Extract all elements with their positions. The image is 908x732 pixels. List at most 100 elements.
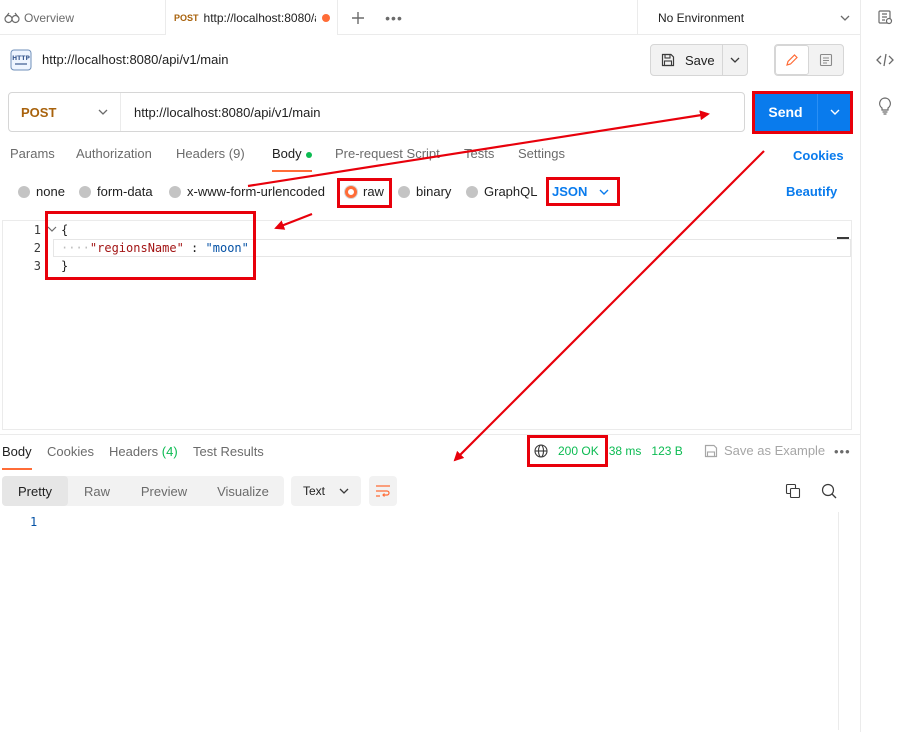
wrap-lines-icon xyxy=(376,485,390,497)
tab-bar: Overview POST http://localhost:8080/api/… xyxy=(0,0,860,35)
chevron-down-icon xyxy=(730,57,740,63)
search-icon[interactable] xyxy=(821,483,837,499)
editor-scroll-marker xyxy=(837,237,849,239)
tab-authorization[interactable]: Authorization xyxy=(76,146,152,172)
save-label: Save xyxy=(685,52,715,68)
response-more-button[interactable]: ••• xyxy=(834,444,851,459)
documentation-mode-button[interactable] xyxy=(809,45,843,75)
resp-tab-headers[interactable]: Headers (4) xyxy=(109,444,178,470)
resp-tab-headers-label: Headers xyxy=(109,444,159,459)
resp-headers-count: (4) xyxy=(161,444,178,459)
unsaved-dot-icon xyxy=(321,13,330,22)
radio-circle xyxy=(466,185,478,198)
plus-icon xyxy=(352,11,364,24)
annotation-box-raw xyxy=(337,178,392,208)
response-scrollbar[interactable] xyxy=(838,512,852,730)
save-icon xyxy=(704,444,718,457)
tab-more-button[interactable]: ••• xyxy=(384,0,404,35)
save-options-button[interactable] xyxy=(723,45,747,75)
body-type-graphql-label: GraphQL xyxy=(484,184,538,199)
save-as-example-button[interactable]: Save as Example xyxy=(704,443,825,458)
environment-select[interactable]: No Environment xyxy=(637,0,860,35)
tab-prerequest-script[interactable]: Pre-request Script xyxy=(335,146,440,172)
annotation-box-json xyxy=(546,177,620,206)
resp-tab-body[interactable]: Body xyxy=(2,444,32,470)
save-button-group: Save xyxy=(650,44,748,76)
annotation-box-body xyxy=(45,211,256,280)
cookies-link[interactable]: Cookies xyxy=(793,148,844,163)
new-tab-button[interactable] xyxy=(348,0,368,35)
right-sidebar xyxy=(860,0,908,732)
tab-authorization-label: Authorization xyxy=(76,146,152,161)
tab-settings-label: Settings xyxy=(518,146,565,161)
beautify-link[interactable]: Beautify xyxy=(786,184,837,199)
tab-tests[interactable]: Tests xyxy=(464,146,494,172)
view-preview[interactable]: Preview xyxy=(126,476,202,506)
line-number: 1 xyxy=(33,223,41,237)
request-name[interactable]: http://localhost:8080/api/v1/main xyxy=(42,52,228,67)
body-type-binary-label: binary xyxy=(416,184,452,199)
view-visualize[interactable]: Visualize xyxy=(202,476,284,506)
view-preview-label: Preview xyxy=(140,483,188,499)
response-time[interactable]: 38 ms xyxy=(609,444,642,458)
response-line-number: 1 xyxy=(30,515,38,529)
body-type-graphql[interactable]: GraphQL xyxy=(466,184,537,199)
response-divider[interactable] xyxy=(0,434,860,435)
method-select[interactable]: POST xyxy=(9,93,121,131)
body-indicator-dot xyxy=(305,151,312,158)
view-pretty-label: Pretty xyxy=(18,483,52,499)
view-raw-label: Raw xyxy=(83,483,110,499)
response-view-tabs: Pretty Raw Preview Visualize xyxy=(2,476,284,506)
lightbulb-icon xyxy=(879,97,891,115)
environment-quick-look-button[interactable] xyxy=(875,7,895,27)
tab-params[interactable]: Params xyxy=(10,146,55,172)
tab-overview[interactable]: Overview xyxy=(0,0,166,35)
resp-tab-test-results-label: Test Results xyxy=(193,444,264,459)
body-type-urlencoded[interactable]: x-www-form-urlencoded xyxy=(169,184,325,199)
resp-tab-cookies[interactable]: Cookies xyxy=(47,444,94,470)
tab-body[interactable]: Body xyxy=(272,146,312,172)
resp-tab-body-label: Body xyxy=(2,444,32,459)
http-icon: HTTP xyxy=(10,49,32,71)
url-input[interactable] xyxy=(121,93,744,131)
save-icon xyxy=(661,53,675,67)
line-number: 2 xyxy=(33,241,41,255)
radio-circle xyxy=(169,185,181,198)
tab-body-label: Body xyxy=(272,146,302,161)
related-button[interactable] xyxy=(875,96,895,116)
edit-mode-button[interactable] xyxy=(775,45,809,75)
body-type-none[interactable]: none xyxy=(18,184,65,199)
resp-tab-test-results[interactable]: Test Results xyxy=(193,444,264,470)
chevron-down-icon xyxy=(98,109,108,115)
response-size[interactable]: 123 B xyxy=(651,444,682,458)
save-button[interactable]: Save xyxy=(651,45,723,75)
tab-headers[interactable]: Headers (9) xyxy=(176,146,245,172)
overview-icon xyxy=(4,12,20,23)
body-type-form-data[interactable]: form-data xyxy=(79,184,153,199)
chevron-down-icon xyxy=(840,15,850,21)
body-type-form-data-label: form-data xyxy=(97,184,153,199)
more-icon: ••• xyxy=(385,9,403,26)
body-type-none-label: none xyxy=(36,184,65,199)
headers-count: (9) xyxy=(228,146,245,161)
view-raw[interactable]: Raw xyxy=(68,476,126,506)
radio-circle xyxy=(79,185,91,198)
line-number: 3 xyxy=(33,259,41,273)
svg-text:HTTP: HTTP xyxy=(12,55,30,62)
copy-icon[interactable] xyxy=(785,483,801,499)
response-format-select[interactable]: Text xyxy=(291,476,361,506)
tab-request-title: http://localhost:8080/api/v1/main xyxy=(203,10,316,25)
tab-request[interactable]: POST http://localhost:8080/api/v1/main xyxy=(166,0,338,35)
body-type-binary[interactable]: binary xyxy=(398,184,451,199)
response-format-label: Text xyxy=(303,484,326,498)
radio-circle xyxy=(18,185,30,198)
tab-prerequest-label: Pre-request Script xyxy=(335,146,440,161)
wrap-lines-button[interactable] xyxy=(369,476,397,506)
tab-settings[interactable]: Settings xyxy=(518,146,565,172)
view-mode-toggle xyxy=(774,44,844,76)
code-button[interactable] xyxy=(875,50,895,70)
view-pretty[interactable]: Pretty xyxy=(2,476,68,506)
environment-quick-look-icon xyxy=(878,10,893,25)
method-label: POST xyxy=(21,104,57,120)
pencil-icon xyxy=(786,54,798,66)
